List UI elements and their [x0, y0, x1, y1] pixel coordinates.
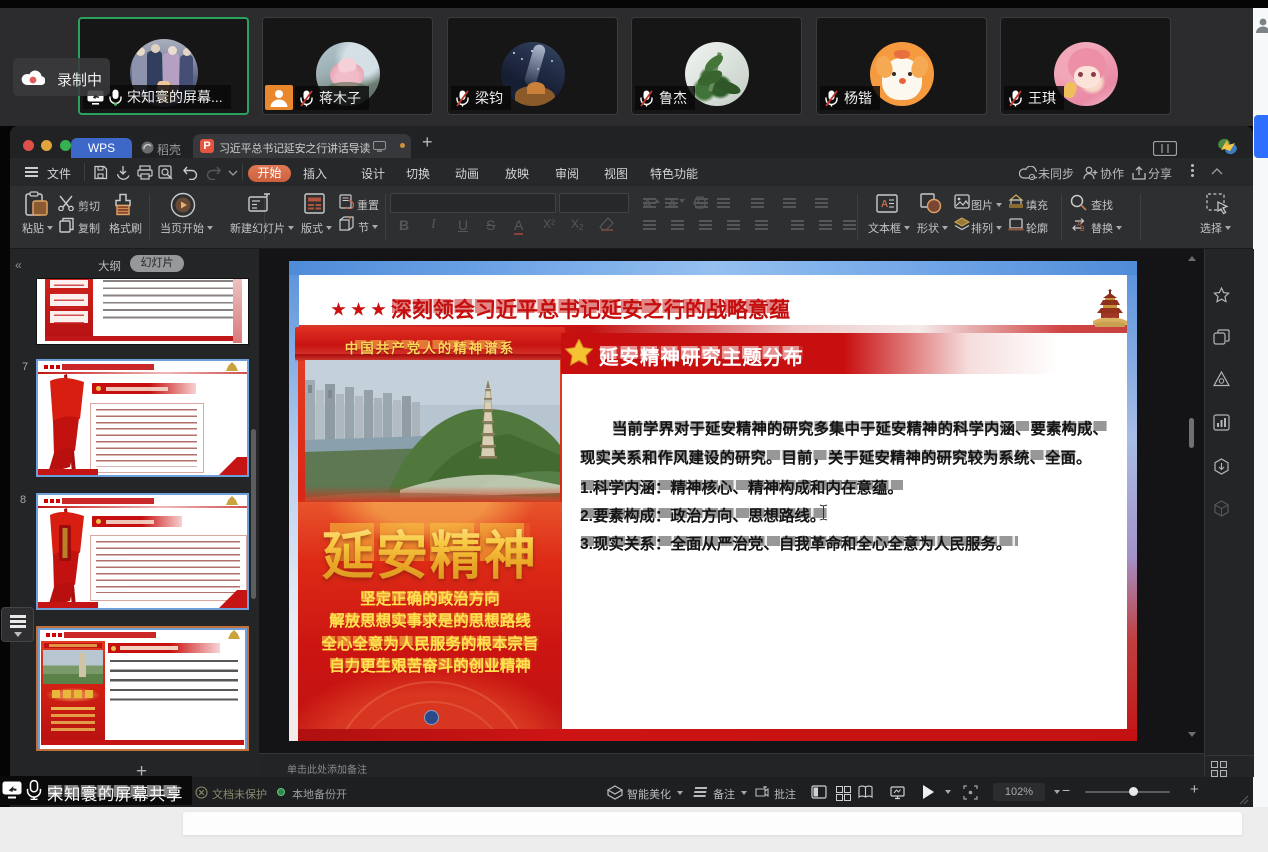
svg-text:A: A	[881, 199, 888, 210]
svg-text:B: B	[1080, 226, 1085, 232]
